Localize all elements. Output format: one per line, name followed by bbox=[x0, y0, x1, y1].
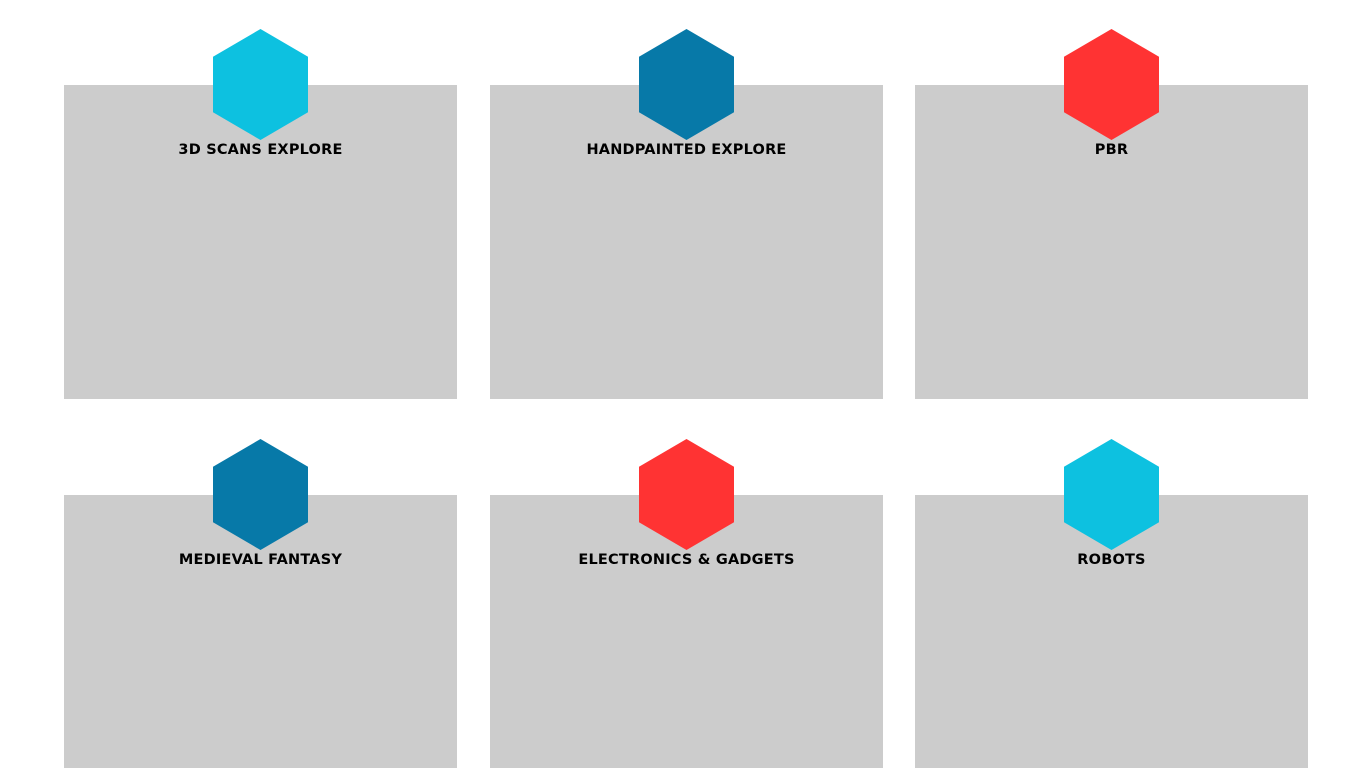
category-card-handpainted[interactable]: HANDPAINTED EXPLORE bbox=[490, 29, 883, 399]
category-card-medieval-fantasy[interactable]: MEDIEVAL FANTASY bbox=[64, 439, 457, 768]
category-card-robots[interactable]: ROBOTS bbox=[915, 439, 1308, 768]
hexagon-icon bbox=[213, 439, 308, 550]
hexagon-icon bbox=[1064, 29, 1159, 140]
category-title[interactable]: MEDIEVAL FANTASY bbox=[64, 551, 457, 569]
hexagon-icon bbox=[639, 29, 734, 140]
category-card-electronics-gadgets[interactable]: ELECTRONICS & GADGETS bbox=[490, 439, 883, 768]
category-title[interactable]: PBR bbox=[915, 141, 1308, 159]
category-title[interactable]: ROBOTS bbox=[915, 551, 1308, 569]
category-title[interactable]: 3D SCANS EXPLORE bbox=[64, 141, 457, 159]
category-title[interactable]: ELECTRONICS & GADGETS bbox=[490, 551, 883, 569]
category-grid: 3D SCANS EXPLORE HANDPAINTED EXPLORE PBR… bbox=[0, 0, 1366, 768]
category-card-pbr[interactable]: PBR bbox=[915, 29, 1308, 399]
hexagon-icon bbox=[213, 29, 308, 140]
category-card-3d-scans[interactable]: 3D SCANS EXPLORE bbox=[64, 29, 457, 399]
hexagon-icon bbox=[639, 439, 734, 550]
hexagon-icon bbox=[1064, 439, 1159, 550]
category-title[interactable]: HANDPAINTED EXPLORE bbox=[490, 141, 883, 159]
